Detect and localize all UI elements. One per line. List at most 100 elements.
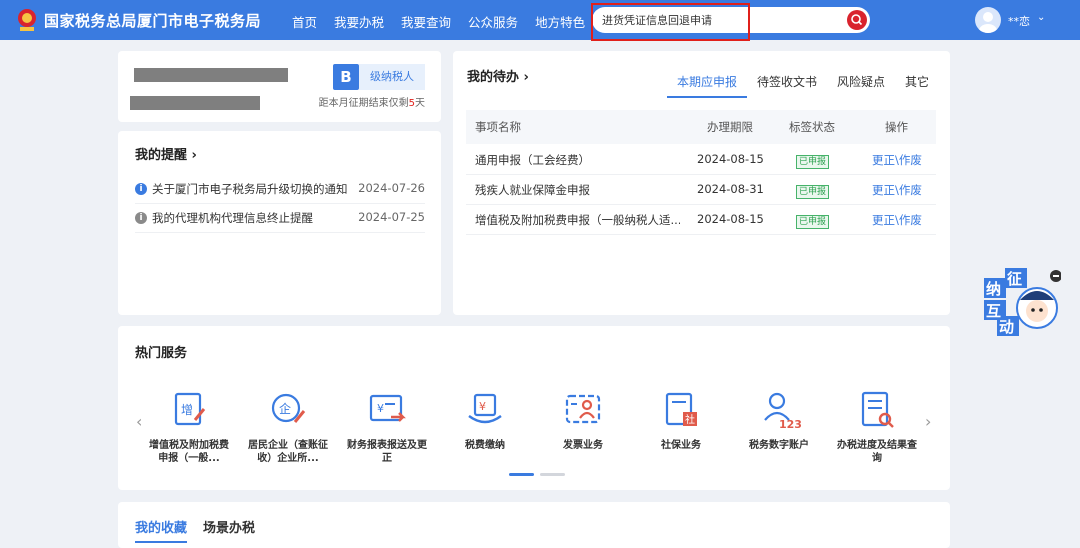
svg-text:社: 社 (685, 413, 695, 426)
tax-emblem-icon[interactable] (16, 8, 38, 32)
tab-other[interactable]: 其它 (895, 72, 939, 98)
tab-scenario-tax[interactable]: 场景办税 (203, 517, 255, 536)
service-label: 财务报表报送及更正 (347, 440, 427, 464)
column-header-deadline: 办理期限 (707, 120, 753, 134)
reminder-item[interactable]: i 我的代理机构代理信息终止提醒 2024-07-25 (135, 205, 425, 233)
invoice-icon (565, 394, 601, 424)
todo-item-deadline: 2024-08-31 (697, 182, 764, 196)
correct-void-link[interactable]: 更正\作废 (872, 182, 922, 198)
carousel-prev-button[interactable]: ‹ (136, 412, 142, 431)
info-icon: i (135, 183, 147, 195)
credit-grade-label: 级纳税人 (359, 64, 425, 90)
tab-risk-points[interactable]: 风险疑点 (827, 72, 895, 98)
service-digital-account[interactable]: 123 税务数字账户 (739, 390, 819, 452)
service-label: 居民企业（查账征收）企业所... (248, 440, 328, 464)
reminder-text: 我的代理机构代理信息终止提醒 (152, 211, 313, 225)
table-row: 通用申报（工会经费） 2024-08-15 已申报 更正\作废 (466, 145, 936, 175)
search-icon (851, 14, 863, 26)
todo-item-deadline: 2024-08-15 (697, 152, 764, 166)
site-title[interactable]: 国家税务总局厦门市电子税务局 (44, 10, 261, 31)
svg-text:123: 123 (779, 418, 801, 430)
column-header-action: 操作 (885, 120, 908, 134)
mascot-char: 纳 (986, 280, 1002, 298)
reminder-date: 2024-07-26 (358, 181, 425, 195)
status-badge: 已申报 (796, 185, 830, 199)
service-tax-payment[interactable]: ¥ 税费缴纳 (445, 390, 525, 452)
service-label: 增值税及附加税费申报（一般... (149, 440, 229, 464)
chevron-right-icon: › (191, 148, 197, 163)
reminders-title-text: 我的提醒 (135, 148, 188, 163)
todo-title-text: 我的待办 (467, 70, 520, 85)
carousel-indicator-active[interactable] (509, 473, 534, 476)
service-progress-query[interactable]: 办税进度及结果查询 (837, 390, 917, 465)
chevron-down-icon[interactable]: ⌄ (1037, 12, 1045, 23)
correct-void-link[interactable]: 更正\作废 (872, 212, 922, 228)
service-social-security[interactable]: 社 社保业务 (641, 390, 721, 452)
nav-home[interactable]: 首页 (292, 12, 317, 31)
main-nav: 首页 我要办税 我要查询 公众服务 地方特色 (292, 12, 585, 31)
search-highlight-box (591, 3, 750, 41)
tab-current-declaration[interactable]: 本期应申报 (667, 72, 748, 98)
todo-title[interactable]: 我的待办 › (467, 66, 529, 85)
service-label: 办税进度及结果查询 (837, 440, 917, 464)
todo-item-name: 残疾人就业保障金申报 (475, 183, 590, 197)
customer-service-mascot-icon[interactable]: 征 纳 互 动 (983, 266, 1062, 338)
svg-text:增: 增 (181, 403, 193, 417)
mascot-char: 征 (1007, 270, 1023, 288)
info-icon: i (135, 212, 147, 224)
deadline-suffix: 天 (415, 98, 425, 109)
mascot-char: 动 (999, 318, 1015, 336)
status-badge: 已申报 (796, 155, 830, 169)
reminder-item[interactable]: i 关于厦门市电子税务局升级切换的通知 2024-07-26 (135, 176, 425, 204)
column-header-status: 标签状态 (789, 120, 835, 134)
enterprise-tax-icon: 企 (271, 393, 306, 423)
status-badge: 已申报 (796, 215, 830, 229)
user-name[interactable]: **恋 (1008, 13, 1030, 29)
svg-text:企: 企 (279, 401, 291, 416)
tab-my-favorites[interactable]: 我的收藏 (135, 517, 188, 543)
todo-tabs: 本期应申报 待签收文书 风险疑点 其它 (667, 72, 939, 98)
redacted-taxpayer-id (130, 96, 260, 110)
redacted-taxpayer-name (134, 68, 288, 82)
nav-local-features[interactable]: 地方特色 (535, 12, 585, 31)
service-label: 税务数字账户 (749, 440, 809, 451)
digital-account-icon: 123 (764, 392, 802, 431)
top-navigation-bar: 国家税务总局厦门市电子税务局 首页 我要办税 我要查询 公众服务 地方特色 **… (0, 0, 1080, 40)
vat-declare-icon: 增 (174, 392, 206, 426)
user-icon (979, 12, 997, 33)
service-label: 税费缴纳 (465, 440, 505, 451)
svg-text:¥: ¥ (479, 400, 486, 413)
service-financial-report[interactable]: ¥ 财务报表报送及更正 (347, 390, 427, 465)
tab-documents-to-sign[interactable]: 待签收文书 (747, 72, 827, 98)
column-header-item: 事项名称 (475, 120, 521, 134)
reminder-date: 2024-07-25 (358, 210, 425, 224)
financial-report-icon: ¥ (369, 394, 406, 422)
hot-services-card (118, 326, 950, 490)
avatar[interactable] (975, 7, 1001, 33)
deadline-prefix: 距本月征期结束仅剩 (318, 98, 409, 109)
nav-public-service[interactable]: 公众服务 (468, 12, 518, 31)
reminder-text: 关于厦门市电子税务局升级切换的通知 (152, 182, 348, 196)
credit-grade-badge: B (333, 64, 359, 90)
correct-void-link[interactable]: 更正\作废 (872, 152, 922, 168)
service-invoice[interactable]: 发票业务 (543, 390, 623, 452)
service-label: 发票业务 (563, 440, 603, 451)
todo-item-deadline: 2024-08-15 (697, 212, 764, 226)
svg-text:¥: ¥ (377, 402, 384, 415)
hot-services-title: 热门服务 (135, 346, 188, 361)
reminders-title[interactable]: 我的提醒 › (135, 144, 197, 163)
service-label: 社保业务 (661, 440, 701, 451)
social-security-icon: 社 (665, 392, 697, 426)
table-row: 增值税及附加税费申报（一般纳税人适... 2024-08-15 已申报 更正\作… (466, 205, 936, 235)
progress-query-icon (861, 391, 894, 428)
chevron-right-icon: › (523, 70, 529, 85)
service-enterprise-income-tax[interactable]: 企 居民企业（查账征收）企业所... (248, 390, 328, 465)
nav-handle-tax[interactable]: 我要办税 (334, 12, 384, 31)
carousel-next-button[interactable]: › (925, 412, 931, 431)
filing-deadline: 距本月征期结束仅剩5天 (319, 94, 425, 109)
nav-query[interactable]: 我要查询 (401, 12, 451, 31)
carousel-indicator[interactable] (540, 473, 565, 476)
search-button[interactable] (847, 10, 867, 30)
service-vat-declaration[interactable]: 增 增值税及附加税费申报（一般... (149, 390, 229, 465)
todo-item-name: 增值税及附加税费申报（一般纳税人适... (475, 213, 680, 227)
